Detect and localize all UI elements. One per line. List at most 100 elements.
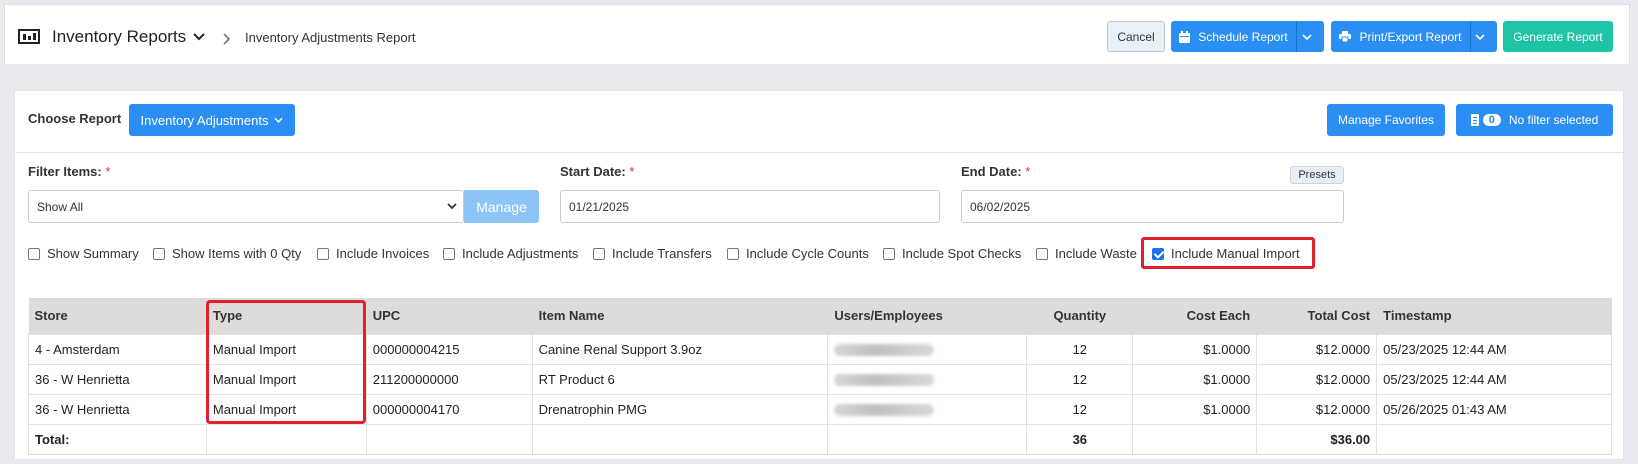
store-cell: 4 - Amsterdam xyxy=(28,333,207,365)
checkbox-box[interactable] xyxy=(443,247,455,260)
chevron-down-icon[interactable] xyxy=(193,33,205,41)
empty-cell xyxy=(1376,423,1612,455)
end-date-label: End Date: * xyxy=(961,164,1030,179)
checkbox-box[interactable] xyxy=(153,247,165,260)
upc-cell: 000000004215 xyxy=(365,333,533,365)
checkbox-box[interactable] xyxy=(727,247,739,260)
upc-cell: 000000004170 xyxy=(365,393,533,425)
manage-favorites-label: Manage Favorites xyxy=(1337,113,1435,127)
filter-items-label: Filter Items: * xyxy=(28,164,110,179)
include-invoices-checkbox[interactable]: Include Invoices xyxy=(317,246,429,261)
cancel-button-label: Cancel xyxy=(1117,29,1155,44)
empty-cell xyxy=(1132,423,1258,455)
employee-cell xyxy=(827,333,1028,365)
checkbox-label: Show Items with 0 Qty xyxy=(172,246,302,261)
checkbox-box[interactable] xyxy=(317,247,329,260)
checkbox-label: Include Waste xyxy=(1055,246,1137,261)
redacted-text xyxy=(834,344,935,357)
checkbox-box[interactable] xyxy=(593,247,605,260)
quantity-cell: 12 xyxy=(1026,333,1134,365)
end-date-value: 06/02/2025 xyxy=(970,199,1031,214)
timestamp-cell: 05/23/2025 12:44 AM xyxy=(1376,363,1612,395)
selected-report: Inventory Adjustments xyxy=(140,112,269,128)
filter-items-value: Show All xyxy=(37,199,84,214)
report-select-button[interactable]: Inventory Adjustments xyxy=(129,104,295,136)
required-mark: * xyxy=(105,164,111,179)
show-summary-checkbox[interactable]: Show Summary xyxy=(28,246,139,261)
start-date-value: 01/21/2025 xyxy=(569,199,630,214)
column-header[interactable]: Timestamp xyxy=(1376,298,1612,334)
column-header[interactable]: Total Cost xyxy=(1256,298,1378,334)
include-waste-checkbox[interactable]: Include Waste xyxy=(1036,246,1137,261)
schedule-report-label: Schedule Report xyxy=(1198,29,1288,44)
checkbox-box[interactable] xyxy=(883,247,895,260)
manage-filter-button[interactable]: Manage xyxy=(464,190,539,223)
start-date-label: Start Date: * xyxy=(560,164,634,179)
chevron-down-icon xyxy=(447,203,457,210)
manage-favorites-button[interactable]: Manage Favorites xyxy=(1327,104,1445,136)
filter-status-label: No filter selected xyxy=(1508,113,1599,127)
total-quantity: 36 xyxy=(1026,423,1134,455)
employee-cell xyxy=(827,363,1028,395)
item-name-cell: Canine Renal Support 3.9oz xyxy=(531,333,829,365)
filter-count-badge: 0 xyxy=(1482,114,1501,126)
include-spot-checks-checkbox[interactable]: Include Spot Checks xyxy=(883,246,1021,261)
column-header[interactable]: Users/Employees xyxy=(827,298,1028,334)
filter-items-label-text: Filter Items: xyxy=(28,164,102,179)
cancel-button[interactable]: Cancel xyxy=(1107,21,1165,52)
checkbox-label: Include Spot Checks xyxy=(902,246,1022,261)
column-header[interactable]: Item Name xyxy=(532,298,829,334)
column-header[interactable]: Quantity xyxy=(1026,298,1134,334)
column-header[interactable]: Cost Each xyxy=(1132,298,1258,334)
cost-each-cell: $1.0000 xyxy=(1132,393,1258,425)
column-header[interactable]: Store xyxy=(28,298,207,334)
upc-cell: 211200000000 xyxy=(365,363,533,395)
manage-label: Manage xyxy=(476,198,527,215)
include-cycle-counts-checkbox[interactable]: Include Cycle Counts xyxy=(727,246,869,261)
chevron-down-icon xyxy=(274,117,284,123)
checkbox-label: Include Invoices xyxy=(336,246,430,261)
total-cost: $36.00 xyxy=(1256,423,1378,455)
start-date-label-text: Start Date: xyxy=(560,164,626,179)
printer-icon xyxy=(1339,31,1352,42)
column-header[interactable]: UPC xyxy=(366,298,533,334)
checkbox-box[interactable] xyxy=(1036,247,1048,260)
print-export-label: Print/Export Report xyxy=(1359,29,1462,44)
highlight-annotation xyxy=(206,300,366,424)
divider xyxy=(14,152,1624,153)
include-transfers-checkbox[interactable]: Include Transfers xyxy=(593,246,712,261)
end-date-label-text: End Date: xyxy=(961,164,1022,179)
chevron-down-icon xyxy=(1475,33,1485,40)
start-date-input[interactable]: 01/21/2025 xyxy=(560,190,940,223)
required-mark: * xyxy=(629,164,635,179)
checkbox-label: Show Summary xyxy=(47,246,139,261)
show-zero-qty-checkbox[interactable]: Show Items with 0 Qty xyxy=(153,246,301,261)
schedule-report-button[interactable]: Schedule Report xyxy=(1171,21,1296,52)
page-title[interactable]: Inventory Reports xyxy=(52,27,186,47)
filter-list-icon xyxy=(1470,114,1479,126)
empty-cell xyxy=(531,423,829,455)
presets-button[interactable]: Presets xyxy=(1290,166,1344,184)
store-cell: 36 - W Henrietta xyxy=(28,363,207,395)
timestamp-cell: 05/26/2025 01:43 AM xyxy=(1376,393,1612,425)
item-name-cell: Drenatrophin PMG xyxy=(531,393,829,425)
generate-report-label: Generate Report xyxy=(1513,29,1603,44)
redacted-text xyxy=(834,374,935,387)
include-adjustments-checkbox[interactable]: Include Adjustments xyxy=(443,246,578,261)
choose-report-label: Choose Report xyxy=(28,111,122,126)
generate-report-button[interactable]: Generate Report xyxy=(1503,21,1613,52)
empty-cell xyxy=(365,423,533,455)
print-export-button[interactable]: Print/Export Report xyxy=(1331,21,1470,52)
checkbox-label: Include Transfers xyxy=(612,246,712,261)
calendar-icon xyxy=(1179,30,1191,43)
empty-cell xyxy=(827,423,1028,455)
reports-app-icon xyxy=(18,29,40,44)
end-date-input[interactable]: 06/02/2025 xyxy=(961,190,1344,223)
print-export-dropdown[interactable] xyxy=(1470,21,1497,52)
quantity-cell: 12 xyxy=(1026,393,1134,425)
schedule-report-dropdown[interactable] xyxy=(1296,21,1324,52)
filter-items-select[interactable]: Show All xyxy=(28,190,464,223)
store-cell: 36 - W Henrietta xyxy=(28,393,207,425)
filter-selection-button[interactable]: 0 No filter selected xyxy=(1456,104,1613,136)
checkbox-box[interactable] xyxy=(28,247,40,260)
